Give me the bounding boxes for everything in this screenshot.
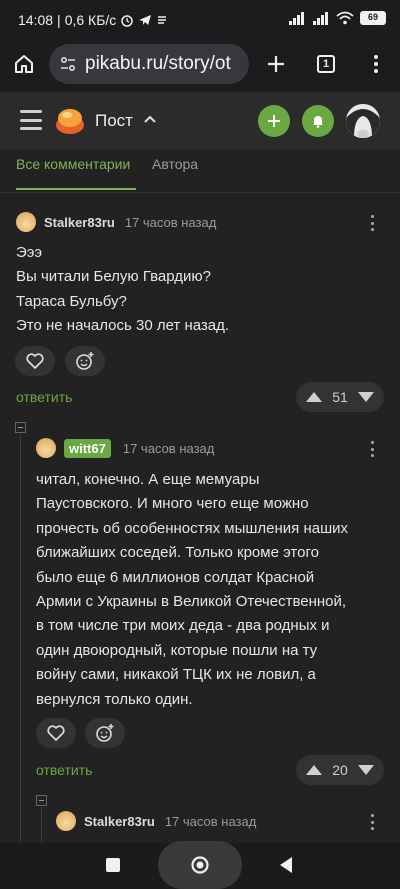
- new-tab-button[interactable]: [260, 48, 292, 80]
- reply-link[interactable]: ответить: [16, 389, 72, 405]
- avatar[interactable]: [36, 438, 56, 458]
- notification-icon: [158, 16, 167, 24]
- status-left: 14:08 | 0,6 КБ/с: [18, 12, 168, 28]
- tab-count: 1: [317, 55, 335, 73]
- reaction-button[interactable]: [85, 718, 125, 748]
- heart-icon: [26, 353, 44, 369]
- page-title[interactable]: Пост: [95, 111, 133, 131]
- home-icon: [15, 55, 33, 73]
- notifications-button[interactable]: [302, 105, 334, 137]
- telegram-icon: [139, 15, 152, 25]
- comment-menu-button[interactable]: [366, 213, 378, 233]
- status-bar: 14:08 | 0,6 КБ/с 69: [0, 0, 400, 40]
- reaction-button[interactable]: [65, 346, 105, 376]
- status-time: 14:08: [18, 12, 54, 28]
- site-header: Пост: [0, 92, 400, 150]
- menu-icon[interactable]: [20, 110, 42, 130]
- vote-widget: 51: [296, 382, 384, 412]
- emoji-add-icon: [76, 352, 94, 370]
- upvote-icon[interactable]: [306, 765, 322, 775]
- home-nav-button[interactable]: [158, 841, 242, 889]
- signal-icon: [289, 11, 304, 25]
- collapse-thread-button[interactable]: [36, 795, 47, 806]
- status-right: 69: [288, 11, 386, 25]
- username[interactable]: Stalker83ru: [84, 814, 155, 829]
- comment-menu-button[interactable]: [366, 439, 378, 459]
- profile-avatar[interactable]: [346, 104, 380, 138]
- plus-icon: [268, 56, 284, 72]
- tabs-divider: [0, 192, 400, 193]
- vote-widget: 20: [296, 755, 384, 785]
- user-avatar-icon: [346, 104, 380, 138]
- system-navigation-bar: [0, 841, 400, 889]
- emoji-add-icon: [96, 724, 114, 742]
- like-button[interactable]: [36, 718, 76, 748]
- comment-time: 17 часов назад: [122, 440, 215, 456]
- comment-time: 17 часов назад: [124, 214, 217, 230]
- tab-author[interactable]: Автора: [152, 156, 198, 172]
- wifi-icon: [336, 11, 354, 25]
- url-text: pikabu.ru/story/ot: [85, 53, 231, 74]
- browser-toolbar: pikabu.ru/story/ot 1: [0, 40, 400, 92]
- home-button[interactable]: [8, 48, 40, 80]
- url-bar[interactable]: pikabu.ru/story/ot: [49, 44, 249, 84]
- alarm-icon: [121, 15, 134, 27]
- reply-link[interactable]: ответить: [36, 762, 92, 778]
- back-icon[interactable]: [279, 856, 293, 874]
- comment-time: 17 часов назад: [164, 813, 257, 829]
- thread-line: [41, 807, 42, 847]
- more-vertical-icon: [374, 55, 378, 73]
- comment-tabs: Все комментарии Автора: [0, 150, 400, 194]
- add-post-button[interactable]: [258, 105, 290, 137]
- plus-icon: [268, 115, 280, 127]
- downvote-icon[interactable]: [357, 765, 374, 775]
- comment-menu-button[interactable]: [366, 812, 378, 832]
- browser-menu-button[interactable]: [360, 48, 392, 80]
- thread-line: [20, 434, 21, 844]
- avatar[interactable]: [56, 811, 76, 831]
- bell-icon: [313, 116, 323, 128]
- battery-icon: 69: [360, 11, 386, 25]
- status-network-speed: 0,6 КБ/с: [64, 12, 117, 28]
- downvote-icon[interactable]: [357, 392, 374, 402]
- avatar[interactable]: [16, 212, 36, 232]
- collapse-thread-button[interactable]: [15, 422, 26, 433]
- heart-icon: [47, 725, 65, 741]
- username[interactable]: Stalker83ru: [44, 215, 115, 230]
- comment-text: читал, конечно. А еще мемуары Паустовско…: [36, 471, 348, 708]
- site-settings-icon: [60, 56, 76, 72]
- comment-meta: Stalker83ru 17 часов назад: [16, 212, 216, 232]
- chevron-up-icon[interactable]: [144, 114, 156, 124]
- comment-text: Эээ Вы читали Белую Гвардию? Тараса Буль…: [16, 244, 230, 335]
- active-tab-indicator: [16, 188, 136, 190]
- tab-all-comments[interactable]: Все комментарии: [16, 156, 130, 172]
- like-button[interactable]: [15, 346, 55, 376]
- signal-icon-2: [313, 11, 328, 25]
- pikabu-logo-icon[interactable]: [54, 105, 86, 137]
- home-circle-icon: [191, 856, 209, 874]
- rating: 51: [332, 389, 348, 405]
- username[interactable]: witt67: [64, 438, 111, 458]
- upvote-icon[interactable]: [306, 392, 322, 402]
- comment-meta: Stalker83ru 17 часов назад: [56, 811, 256, 831]
- rating: 20: [332, 762, 348, 778]
- comment-meta: witt67 17 часов назад: [36, 438, 214, 458]
- recent-apps-icon[interactable]: [106, 858, 120, 872]
- tab-switcher-button[interactable]: 1: [310, 48, 342, 80]
